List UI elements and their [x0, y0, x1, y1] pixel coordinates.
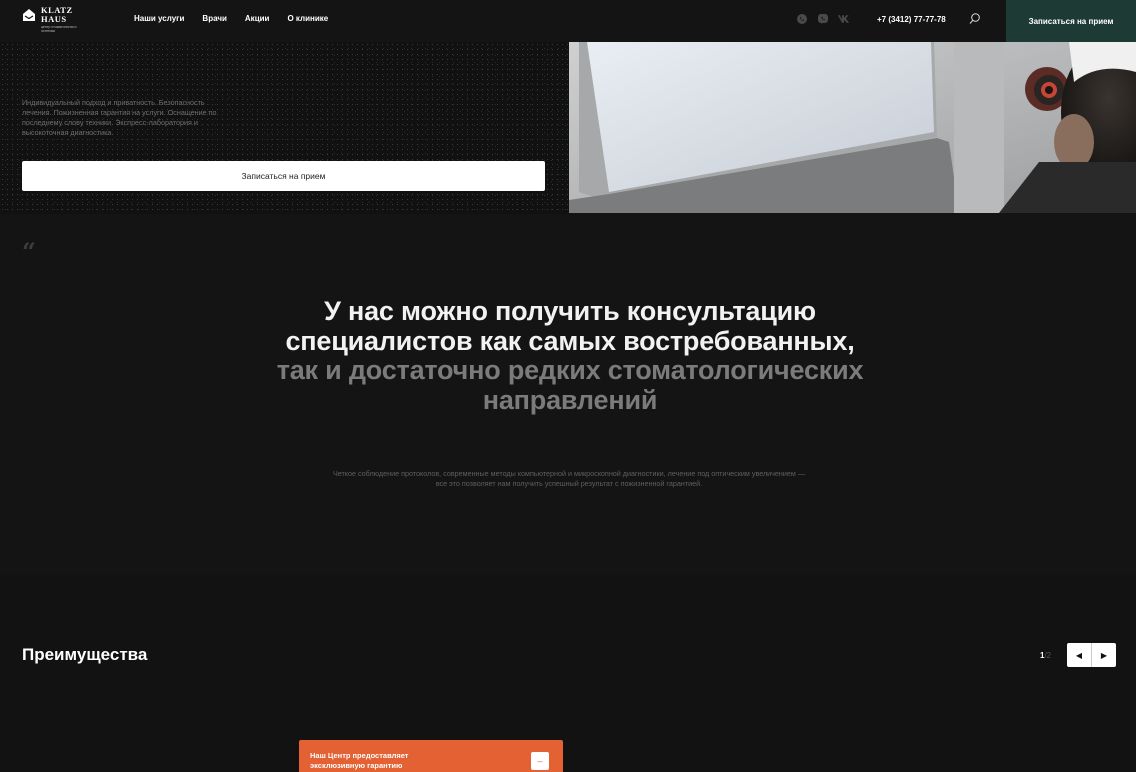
nav-item-services[interactable]: Наши услуги [134, 14, 184, 23]
nav-item-promotions[interactable]: Акции [245, 14, 270, 23]
section-subtext: Четкое соблюдение протоколов, современны… [332, 469, 806, 488]
section-headline: У нас можно получить консультацию специа… [270, 296, 870, 415]
prev-arrow-icon[interactable]: ◀ [1067, 643, 1091, 667]
advantages-title: Преимущества [22, 645, 148, 664]
phone-number[interactable]: +7 (3412) 77-77-78 [877, 15, 946, 24]
advantages-section [0, 575, 1136, 772]
hero-description: Индивидуальный подход и приватность. Без… [22, 98, 217, 137]
pager-total: /2 [1044, 651, 1052, 660]
next-arrow-icon[interactable]: ▶ [1092, 643, 1116, 667]
viber-icon[interactable] [816, 12, 829, 25]
headline-muted: так и достаточно редких стоматологически… [276, 355, 864, 415]
search-icon[interactable] [968, 12, 982, 26]
whatsapp-icon[interactable] [795, 12, 808, 25]
logo-tagline: центр стоматологии и эстетики [41, 25, 77, 33]
social-links [795, 12, 850, 25]
slider-arrows: ◀ ▶ [1067, 643, 1116, 667]
advantage-card-text: Наш Центр предоставляет эксклюзивную гар… [310, 751, 409, 770]
clinic-photo-illustration [569, 42, 1136, 213]
quote-mark-icon: “ [22, 237, 36, 266]
book-appointment-header-button[interactable]: Записаться на прием [1006, 0, 1136, 42]
nav-item-doctors[interactable]: Врачи [202, 14, 226, 23]
headline-highlight: У нас можно получить консультацию специа… [285, 296, 855, 356]
collapse-icon[interactable]: – [531, 752, 549, 770]
nav-item-about[interactable]: О клинике [287, 14, 328, 23]
book-appointment-button[interactable]: Записаться на прием [22, 161, 545, 191]
site-header: KLATZ HAUS центр стоматологии и эстетики… [0, 0, 1136, 42]
hero-photo [569, 42, 1136, 213]
slider-pager: 1/2 [1040, 651, 1051, 660]
logo[interactable]: KLATZ HAUS центр стоматологии и эстетики [22, 5, 82, 35]
logo-text-line2: HAUS [41, 14, 67, 24]
vk-icon[interactable] [837, 12, 850, 25]
advantage-card[interactable]: Наш Центр предоставляет эксклюзивную гар… [299, 740, 563, 772]
main-nav: Наши услуги Врачи Акции О клинике [134, 14, 328, 23]
house-logo-icon [23, 9, 35, 21]
